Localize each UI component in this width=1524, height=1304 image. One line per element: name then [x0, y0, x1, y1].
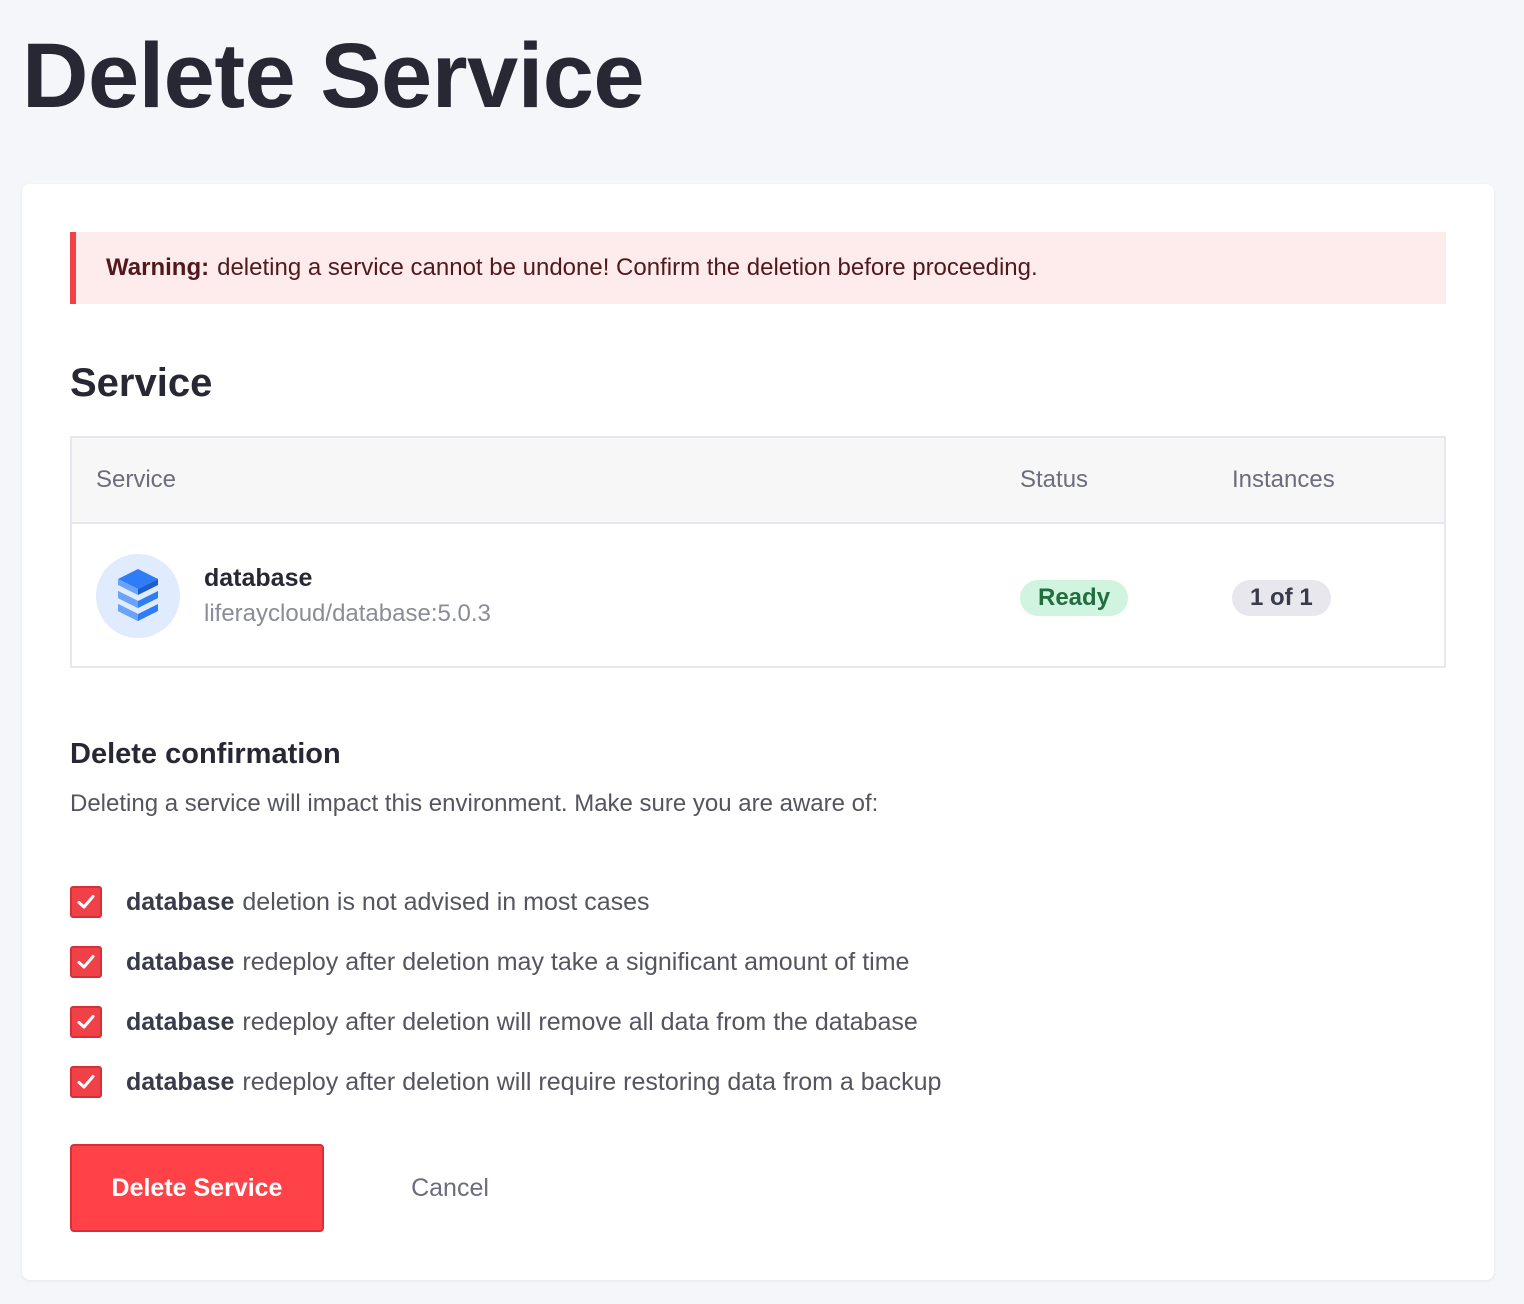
- delete-service-card: Warning: deleting a service cannot be un…: [22, 184, 1494, 1280]
- service-name: database: [204, 564, 313, 592]
- checklist-item: database redeploy after deletion may tak…: [70, 932, 941, 992]
- confirm-checkbox-3[interactable]: [70, 1006, 102, 1038]
- checklist-text: redeploy after deletion will remove all …: [242, 1007, 918, 1036]
- checklist-text: redeploy after deletion may take a signi…: [242, 947, 910, 976]
- delete-confirmation-title: Delete confirmation: [70, 738, 341, 770]
- checklist-text: deletion is not advised in most cases: [242, 887, 650, 916]
- checkmark-icon: [77, 895, 95, 909]
- column-header-status: Status: [1020, 466, 1089, 493]
- database-stack-icon: [118, 569, 158, 621]
- warning-message: deleting a service cannot be undone! Con…: [217, 254, 1038, 281]
- checklist-service-name: database: [126, 1007, 235, 1036]
- service-section-title: Service: [70, 361, 213, 405]
- checkmark-icon: [77, 955, 95, 969]
- warning-label: Warning:: [106, 254, 210, 281]
- delete-confirmation-description: Deleting a service will impact this envi…: [70, 790, 879, 817]
- table-row: database liferaycloud/database:5.0.3 Rea…: [72, 524, 1444, 668]
- checklist-service-name: database: [126, 1067, 235, 1096]
- confirmation-checklist: database deletion is not advised in most…: [70, 872, 941, 1112]
- confirm-checkbox-4[interactable]: [70, 1066, 102, 1098]
- checklist-service-name: database: [126, 947, 235, 976]
- warning-alert: Warning: deleting a service cannot be un…: [70, 232, 1446, 304]
- confirm-checkbox-2[interactable]: [70, 946, 102, 978]
- checkmark-icon: [77, 1015, 95, 1029]
- page-title: Delete Service: [22, 25, 645, 127]
- delete-service-button[interactable]: Delete Service: [70, 1144, 324, 1232]
- table-header: Service Status Instances: [72, 438, 1444, 524]
- cancel-button[interactable]: Cancel: [382, 1144, 518, 1232]
- instances-badge: 1 of 1: [1232, 580, 1331, 616]
- column-header-service: Service: [96, 466, 177, 493]
- checklist-item: database redeploy after deletion will re…: [70, 1052, 941, 1112]
- checkmark-icon: [77, 1075, 95, 1089]
- checklist-item: database deletion is not advised in most…: [70, 872, 941, 932]
- service-avatar: [96, 554, 180, 638]
- confirm-checkbox-1[interactable]: [70, 886, 102, 918]
- checklist-service-name: database: [126, 887, 235, 916]
- service-table: Service Status Instances database lifera…: [70, 436, 1446, 668]
- service-image: liferaycloud/database:5.0.3: [204, 600, 491, 627]
- checklist-item: database redeploy after deletion will re…: [70, 992, 941, 1052]
- status-badge: Ready: [1020, 580, 1129, 616]
- checklist-text: redeploy after deletion will require res…: [242, 1067, 942, 1096]
- column-header-instances: Instances: [1232, 466, 1335, 493]
